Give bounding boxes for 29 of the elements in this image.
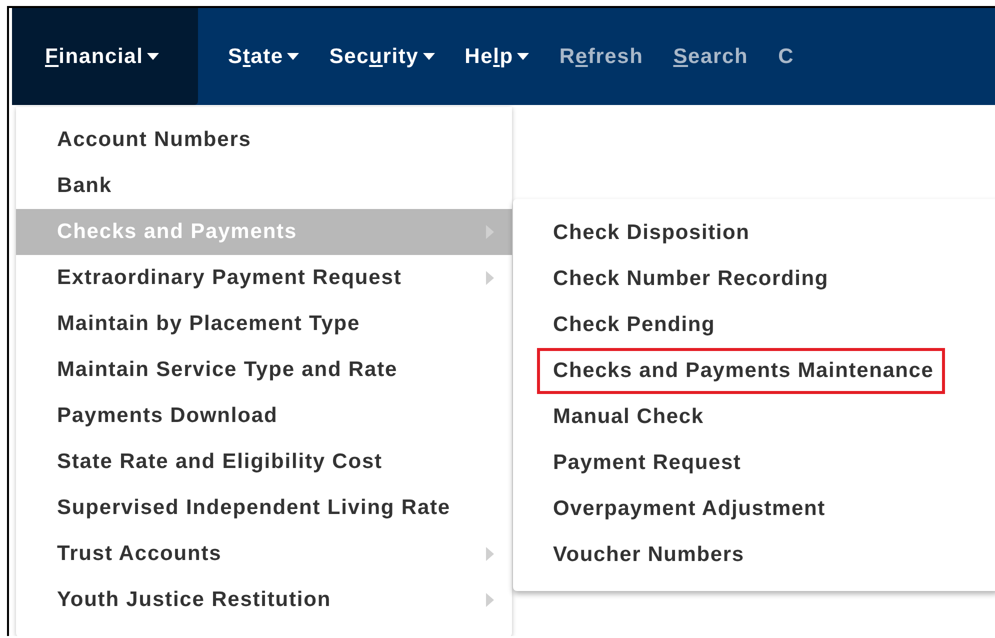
menu-item[interactable]: Youth Justice Restitution	[16, 577, 512, 623]
menu-item[interactable]: Maintain Service Type and Rate	[16, 347, 512, 393]
menu-item[interactable]: Manual Check	[537, 394, 715, 440]
menu-bar-item[interactable]: Security	[299, 8, 435, 105]
menu-bar-item[interactable]: Search	[643, 8, 748, 105]
menu-item[interactable]: Checks and Payments Maintenance	[537, 348, 945, 394]
menu-item[interactable]: Check Pending	[537, 302, 726, 348]
menu-item[interactable]: Voucher Numbers	[537, 532, 756, 578]
menu-bar-item[interactable]: Financial	[12, 8, 198, 105]
menu-item[interactable]: Payments Download	[16, 393, 512, 439]
menu-item[interactable]: Account Numbers	[16, 117, 512, 163]
menu-item[interactable]: Supervised Independent Living Rate	[16, 485, 512, 531]
caret-icon	[422, 53, 435, 60]
menu-item[interactable]: State Rate and Eligibility Cost	[16, 439, 512, 485]
menu-bar-item[interactable]: Refresh	[529, 8, 644, 105]
menu-item[interactable]: Extraordinary Payment Request	[16, 255, 512, 301]
menu-bar-item[interactable]: State	[198, 8, 300, 105]
menu-item[interactable]: Trust Accounts	[16, 531, 512, 577]
menu-bar-item[interactable]: Help	[434, 8, 530, 105]
caret-icon	[287, 53, 300, 60]
menu-bar-item[interactable]: C	[748, 8, 794, 105]
caret-icon	[147, 53, 160, 60]
menu-item[interactable]: Check Number Recording	[537, 256, 840, 302]
menu-item[interactable]: Overpayment Adjustment	[537, 486, 836, 532]
caret-icon	[517, 53, 530, 60]
menu-item[interactable]: Bank	[16, 163, 512, 209]
menu-item[interactable]: Check Disposition	[537, 210, 761, 256]
menu-item[interactable]: Payment Request	[537, 440, 752, 486]
menu-item[interactable]: Maintain by Placement Type	[16, 301, 512, 347]
